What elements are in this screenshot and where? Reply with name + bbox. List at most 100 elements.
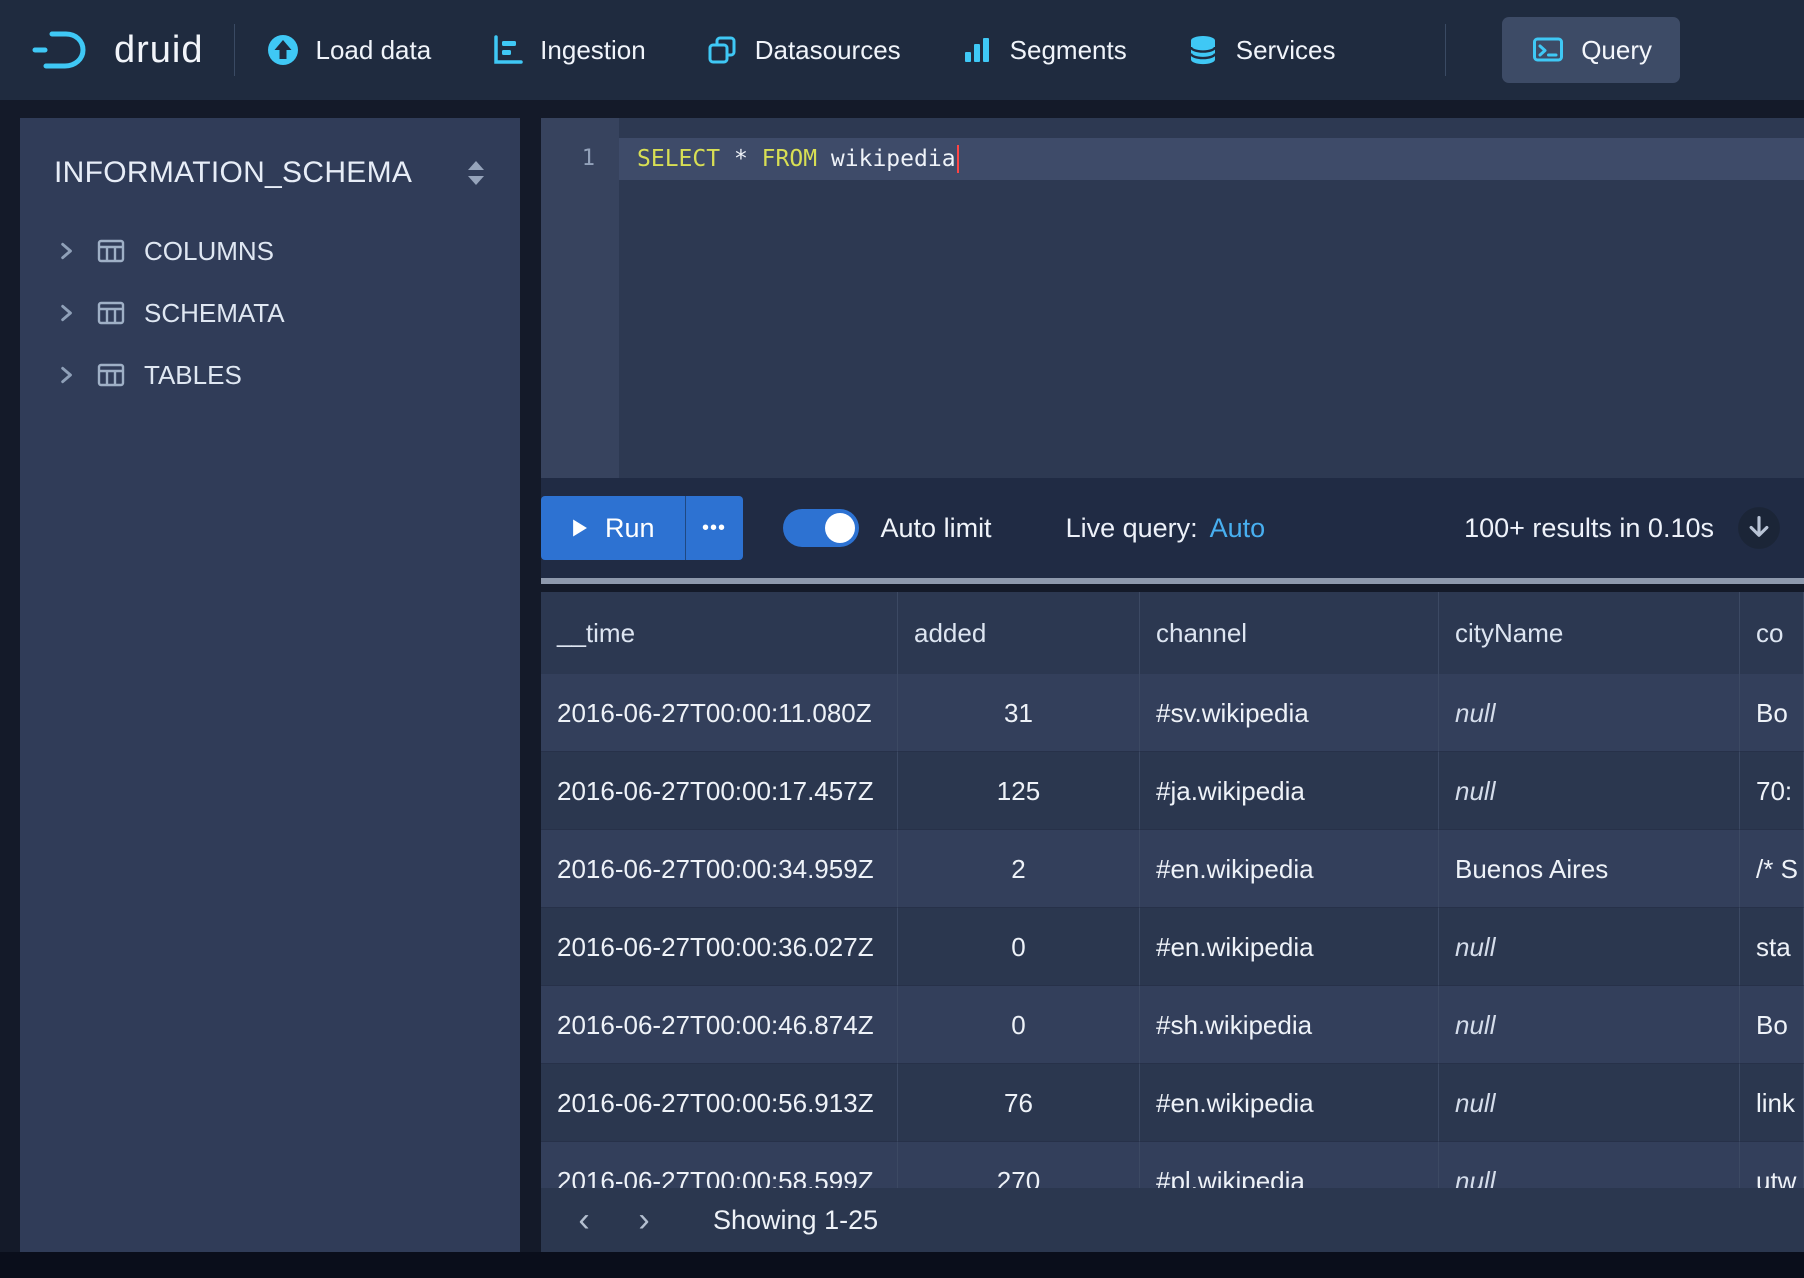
toggle-knob — [825, 513, 855, 543]
editor-line-1: 1 SELECT * FROM wikipedia — [541, 118, 1804, 180]
table-cell[interactable]: null — [1439, 752, 1740, 830]
double-caret-vertical-icon[interactable] — [464, 158, 488, 188]
druid-logo-icon — [28, 26, 98, 74]
table-cell[interactable]: 125 — [898, 752, 1140, 830]
table-cell[interactable]: null — [1439, 908, 1740, 986]
table-cell[interactable]: 76 — [898, 1064, 1140, 1142]
sql-star: * — [734, 146, 748, 172]
column-header-channel[interactable]: channel — [1140, 592, 1439, 674]
table-cell[interactable]: 2016-06-27T00:00:46.874Z — [541, 986, 898, 1064]
column-header-cityname[interactable]: cityName — [1439, 592, 1740, 674]
nav-item-segments[interactable]: Segments — [959, 32, 1127, 68]
table-grid-icon — [95, 359, 127, 391]
table-cell[interactable]: 0 — [898, 986, 1140, 1064]
chevron-right-icon: › — [638, 1201, 649, 1240]
table-cell[interactable]: #en.wikipedia — [1140, 908, 1439, 986]
table-cell[interactable]: #en.wikipedia — [1140, 1064, 1439, 1142]
sidebar-item-tables[interactable]: TABLES — [20, 344, 520, 406]
table-cell[interactable]: null — [1439, 674, 1740, 752]
table-cell[interactable]: 2 — [898, 830, 1140, 908]
nav-item-label: Query — [1581, 35, 1652, 66]
table-cell[interactable]: 2016-06-27T00:00:11.080Z — [541, 674, 898, 752]
druid-logo[interactable]: druid — [28, 26, 204, 74]
table-cell[interactable]: /* S — [1740, 830, 1804, 908]
table-cell[interactable]: 70: — [1740, 752, 1804, 830]
run-more-button[interactable]: ••• — [685, 496, 743, 560]
table-cell[interactable]: 2016-06-27T00:00:34.959Z — [541, 830, 898, 908]
column-header-time[interactable]: __time — [541, 592, 898, 674]
nav-item-label: Load data — [316, 35, 432, 66]
chevron-right-icon[interactable] — [56, 303, 78, 323]
nav-item-datasources[interactable]: Datasources — [704, 32, 901, 68]
brand-text: druid — [114, 29, 204, 72]
chevron-right-icon[interactable] — [56, 241, 78, 261]
showing-label: Showing 1-25 — [713, 1205, 878, 1236]
table-cell[interactable]: Buenos Aires — [1439, 830, 1740, 908]
nav-item-label: Services — [1236, 35, 1336, 66]
auto-limit-label: Auto limit — [881, 513, 992, 544]
auto-limit-toggle[interactable] — [783, 509, 859, 547]
chevron-right-icon[interactable] — [56, 365, 78, 385]
table-cell[interactable]: null — [1439, 1064, 1740, 1142]
table-cell[interactable]: 2016-06-27T00:00:36.027Z — [541, 908, 898, 986]
nav-item-load-data[interactable]: Load data — [265, 32, 432, 68]
table-cell[interactable]: Bo — [1740, 674, 1804, 752]
run-button[interactable]: Run — [541, 496, 685, 560]
column-header-comment[interactable]: co — [1740, 592, 1804, 674]
resize-handle[interactable] — [541, 578, 1804, 584]
table-cell[interactable]: 0 — [898, 908, 1140, 986]
table-row: 2016-06-27T00:00:56.913Z 76 #en.wikipedi… — [541, 1064, 1804, 1142]
play-icon — [571, 518, 588, 538]
download-icon[interactable] — [1736, 505, 1782, 551]
next-page-button[interactable]: › — [621, 1197, 667, 1243]
sql-editor[interactable]: 1 SELECT * FROM wikipedia — [541, 118, 1804, 478]
run-bar: Run ••• Auto limit Live query: Auto 100+… — [541, 478, 1804, 578]
console-icon — [1530, 32, 1566, 68]
ingestion-chart-icon — [489, 32, 525, 68]
table-row: 2016-06-27T00:00:46.874Z 0 #sh.wikipedia… — [541, 986, 1804, 1064]
live-query: Live query: Auto — [1066, 513, 1266, 544]
table-cell[interactable]: 2016-06-27T00:00:56.913Z — [541, 1064, 898, 1142]
table-cell[interactable]: 2016-06-27T00:00:17.457Z — [541, 752, 898, 830]
more-dots-icon: ••• — [702, 517, 726, 540]
table-row: 2016-06-27T00:00:17.457Z 125 #ja.wikiped… — [541, 752, 1804, 830]
table-cell[interactable]: sta — [1740, 908, 1804, 986]
nav-item-ingestion[interactable]: Ingestion — [489, 32, 646, 68]
tree-item-label: TABLES — [144, 360, 242, 391]
sidebar-item-columns[interactable]: COLUMNS — [20, 220, 520, 282]
prev-page-button[interactable]: ‹ — [561, 1197, 607, 1243]
live-query-label: Live query: — [1066, 513, 1198, 544]
table-cell[interactable]: #en.wikipedia — [1140, 830, 1439, 908]
sidebar-item-schemata[interactable]: SCHEMATA — [20, 282, 520, 344]
column-header-added[interactable]: added — [898, 592, 1140, 674]
nav-item-query[interactable]: Query — [1502, 17, 1680, 83]
table-cell[interactable]: Bo — [1740, 986, 1804, 1064]
sql-space — [817, 146, 831, 172]
live-query-value[interactable]: Auto — [1210, 513, 1266, 544]
tree-item-label: SCHEMATA — [144, 298, 285, 329]
chevron-left-icon: ‹ — [578, 1201, 589, 1240]
table-cell[interactable]: 31 — [898, 674, 1140, 752]
table-cell[interactable]: #sh.wikipedia — [1140, 986, 1439, 1064]
results-panel: __time added channel cityName co 2016-06… — [541, 592, 1804, 1252]
sql-code-line[interactable]: SELECT * FROM wikipedia — [619, 138, 1804, 180]
query-view: 1 SELECT * FROM wikipedia Run ••• Auto l… — [541, 118, 1804, 1252]
schema-header: INFORMATION_SCHEMA — [20, 118, 520, 220]
navbar: druid Load data Ingestion — [0, 0, 1804, 100]
table-cell[interactable]: #sv.wikipedia — [1140, 674, 1439, 752]
table-cell[interactable]: link — [1740, 1064, 1804, 1142]
nav-item-services[interactable]: Services — [1185, 32, 1336, 68]
nav-item-label: Segments — [1010, 35, 1127, 66]
table-header-row: __time added channel cityName co — [541, 592, 1804, 674]
navbar-menu: Load data Ingestion Datasources — [265, 32, 1336, 68]
results-table: __time added channel cityName co 2016-06… — [541, 592, 1804, 1220]
tree-item-label: COLUMNS — [144, 236, 274, 267]
sql-space — [720, 146, 734, 172]
navbar-divider — [1445, 24, 1446, 76]
table-cell[interactable]: null — [1439, 986, 1740, 1064]
table-cell[interactable]: #ja.wikipedia — [1140, 752, 1439, 830]
text-cursor — [957, 145, 959, 173]
schema-tree: COLUMNS SCHEMATA — [20, 220, 520, 406]
schema-title: INFORMATION_SCHEMA — [54, 156, 412, 190]
pagination-bar: ‹ › Showing 1-25 — [541, 1188, 1804, 1252]
